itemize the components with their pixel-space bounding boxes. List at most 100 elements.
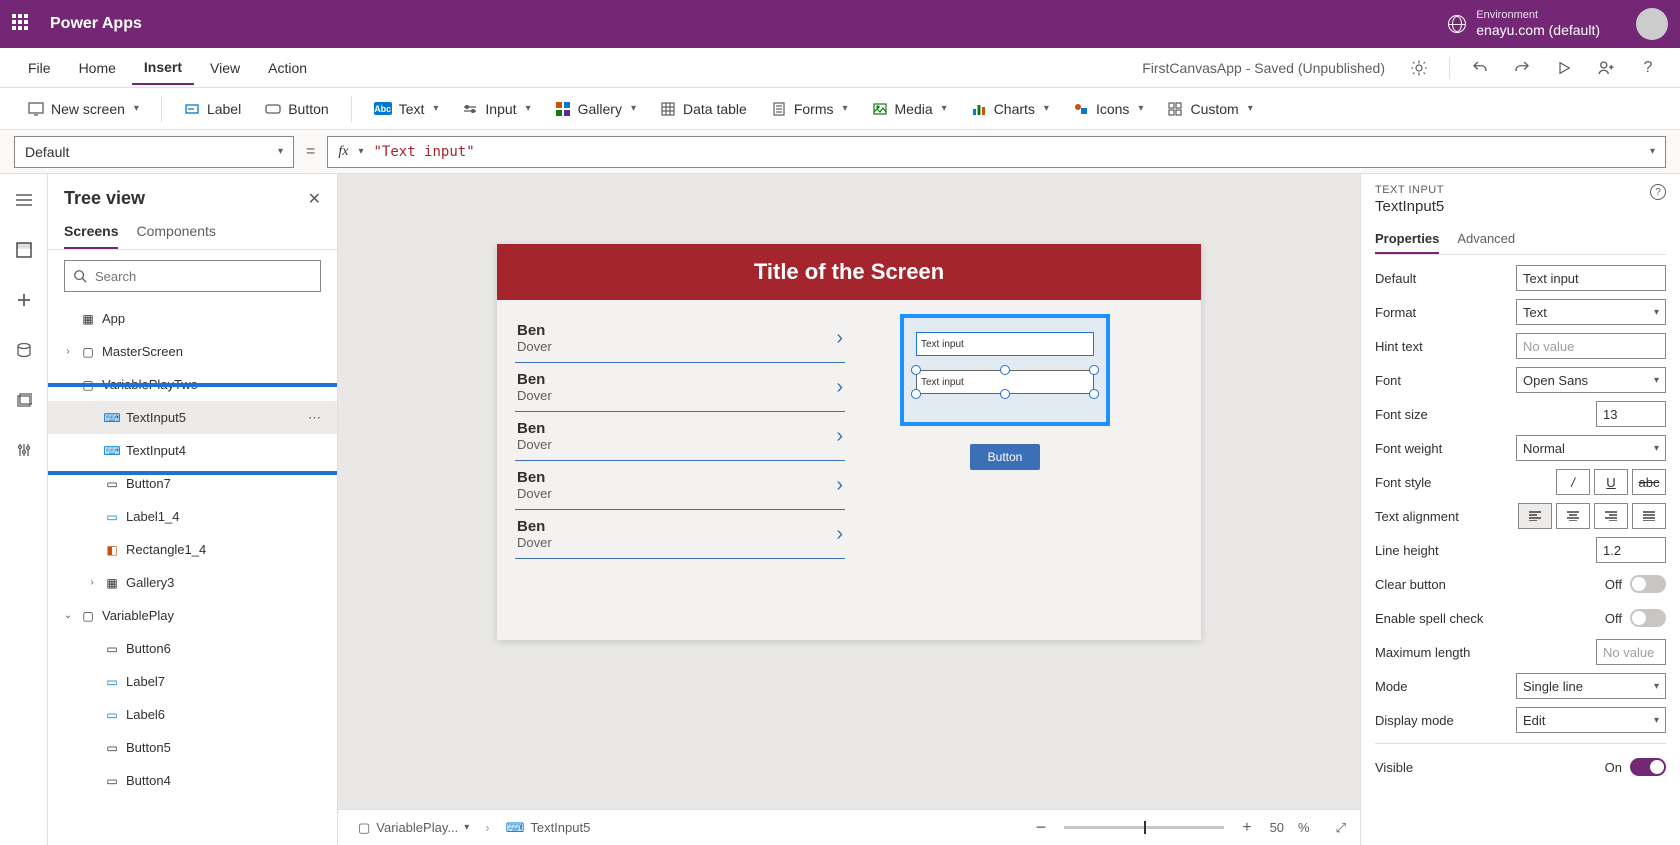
tree-item-gallery3[interactable]: ›▦Gallery3 xyxy=(48,566,337,599)
environment-picker[interactable]: Environment enayu.com (default) xyxy=(1448,9,1600,39)
prop-maxlen-input[interactable]: No value xyxy=(1596,639,1666,665)
menu-home[interactable]: Home xyxy=(67,52,128,84)
textinput5-control[interactable]: Text input xyxy=(916,332,1094,356)
gallery-item[interactable]: BenDover› xyxy=(515,314,845,363)
menu-view[interactable]: View xyxy=(198,52,252,84)
user-avatar[interactable] xyxy=(1636,8,1668,40)
prop-lineheight-input[interactable]: 1.2 xyxy=(1596,537,1666,563)
resize-handle[interactable] xyxy=(911,365,921,375)
gallery-item[interactable]: BenDover› xyxy=(515,412,845,461)
datatable-button[interactable]: Data table xyxy=(650,97,757,121)
icons-button[interactable]: Icons▾ xyxy=(1063,97,1154,121)
canvas-button-control[interactable]: Button xyxy=(970,444,1041,470)
tree-item-label6[interactable]: ▭Label6 xyxy=(48,698,337,731)
tree-search[interactable] xyxy=(64,260,321,292)
chevron-right-icon[interactable]: › xyxy=(836,523,843,546)
align-center-button[interactable] xyxy=(1556,503,1590,529)
menu-insert[interactable]: Insert xyxy=(132,51,194,85)
prop-default-input[interactable]: Text input xyxy=(1516,265,1666,291)
align-justify-button[interactable] xyxy=(1632,503,1666,529)
menu-file[interactable]: File xyxy=(16,52,63,84)
close-icon[interactable]: ✕ xyxy=(308,189,321,209)
button-button[interactable]: Button xyxy=(255,97,338,121)
strikethrough-button[interactable]: abc xyxy=(1632,469,1666,495)
app-launcher-icon[interactable] xyxy=(12,14,32,34)
redo-icon[interactable] xyxy=(1506,52,1538,84)
tree-view-icon[interactable] xyxy=(8,234,40,266)
tree-item-textinput5[interactable]: ⌨TextInput5⋯ xyxy=(48,401,337,434)
zoom-slider[interactable] xyxy=(1064,826,1224,829)
media-rail-icon[interactable] xyxy=(8,384,40,416)
more-icon[interactable]: ⋯ xyxy=(308,410,321,426)
chevron-right-icon[interactable]: › xyxy=(836,474,843,497)
tree-item-rectangle14[interactable]: ◧Rectangle1_4 xyxy=(48,533,337,566)
zoom-in-button[interactable]: + xyxy=(1242,819,1251,837)
tree-item-app[interactable]: ▦App xyxy=(48,302,337,335)
prop-visible-toggle[interactable] xyxy=(1630,758,1666,776)
custom-button[interactable]: Custom▾ xyxy=(1157,97,1262,121)
gallery-item[interactable]: BenDover› xyxy=(515,510,845,559)
tab-screens[interactable]: Screens xyxy=(64,215,118,249)
help-icon[interactable]: ? xyxy=(1632,52,1664,84)
resize-handle[interactable] xyxy=(1089,389,1099,399)
align-left-button[interactable] xyxy=(1518,503,1552,529)
gallery-control[interactable]: BenDover› BenDover› BenDover› BenDover› … xyxy=(515,314,845,559)
prop-clear-toggle[interactable] xyxy=(1630,575,1666,593)
resize-handle[interactable] xyxy=(1000,365,1010,375)
new-screen-button[interactable]: New screen▾ xyxy=(18,97,149,121)
property-selector[interactable]: Default▾ xyxy=(14,136,294,168)
prop-format-select[interactable]: Text▾ xyxy=(1516,299,1666,325)
tree-item-button5[interactable]: ▭Button5 xyxy=(48,731,337,764)
chevron-right-icon[interactable]: › xyxy=(836,425,843,448)
resize-handle[interactable] xyxy=(1000,389,1010,399)
tree-item-masterscreen[interactable]: ›▢MasterScreen xyxy=(48,335,337,368)
prop-hint-input[interactable]: No value xyxy=(1516,333,1666,359)
gallery-item[interactable]: BenDover› xyxy=(515,461,845,510)
tree-item-button6[interactable]: ▭Button6 xyxy=(48,632,337,665)
play-icon[interactable] xyxy=(1548,52,1580,84)
charts-button[interactable]: Charts▾ xyxy=(961,97,1059,121)
advanced-rail-icon[interactable] xyxy=(8,434,40,466)
gallery-item[interactable]: BenDover› xyxy=(515,363,845,412)
share-icon[interactable] xyxy=(1590,52,1622,84)
prop-spell-toggle[interactable] xyxy=(1630,609,1666,627)
resize-handle[interactable] xyxy=(1089,365,1099,375)
input-button[interactable]: Input▾ xyxy=(452,97,540,121)
tab-advanced[interactable]: Advanced xyxy=(1457,225,1515,254)
fit-to-window-icon[interactable]: ⤢ xyxy=(1336,820,1346,836)
align-right-button[interactable] xyxy=(1594,503,1628,529)
app-checker-icon[interactable] xyxy=(1403,52,1435,84)
hamburger-icon[interactable] xyxy=(8,184,40,216)
undo-icon[interactable] xyxy=(1464,52,1496,84)
breadcrumb-control[interactable]: ⌨TextInput5 xyxy=(500,818,597,838)
chevron-right-icon[interactable]: › xyxy=(836,376,843,399)
selection-group[interactable]: Text input Text input xyxy=(900,314,1110,426)
prop-mode-select[interactable]: Single line▾ xyxy=(1516,673,1666,699)
tree-item-variableplaytwo[interactable]: ⌄▢VariablePlayTwo xyxy=(48,368,337,401)
tab-components[interactable]: Components xyxy=(136,215,215,249)
textinput4-control[interactable]: Text input xyxy=(916,370,1094,394)
search-input[interactable] xyxy=(95,269,312,284)
data-rail-icon[interactable] xyxy=(8,334,40,366)
tab-properties[interactable]: Properties xyxy=(1375,225,1439,254)
prop-fontweight-select[interactable]: Normal▾ xyxy=(1516,435,1666,461)
underline-button[interactable]: U xyxy=(1594,469,1628,495)
forms-button[interactable]: Forms▾ xyxy=(761,97,858,121)
insert-rail-icon[interactable] xyxy=(8,284,40,316)
chevron-right-icon[interactable]: › xyxy=(836,327,843,350)
formula-input[interactable]: fx▾ "Text input" ▾ xyxy=(327,136,1666,168)
tree-item-label7[interactable]: ▭Label7 xyxy=(48,665,337,698)
italic-button[interactable]: / xyxy=(1556,469,1590,495)
menu-action[interactable]: Action xyxy=(256,52,319,84)
text-button[interactable]: AbcText▾ xyxy=(364,97,449,121)
zoom-out-button[interactable]: − xyxy=(1036,817,1047,838)
breadcrumb-screen[interactable]: ▢VariablePlay...▾ xyxy=(352,818,475,838)
gallery-button[interactable]: Gallery▾ xyxy=(545,97,646,121)
prop-font-select[interactable]: Open Sans▾ xyxy=(1516,367,1666,393)
resize-handle[interactable] xyxy=(911,389,921,399)
tree-item-button4[interactable]: ▭Button4 xyxy=(48,764,337,797)
app-screen[interactable]: Title of the Screen BenDover› BenDover› … xyxy=(497,244,1201,640)
canvas-stage[interactable]: Title of the Screen BenDover› BenDover› … xyxy=(338,174,1360,809)
tree-item-variableplay[interactable]: ⌄▢VariablePlay xyxy=(48,599,337,632)
tree-item-label14[interactable]: ▭Label1_4 xyxy=(48,500,337,533)
